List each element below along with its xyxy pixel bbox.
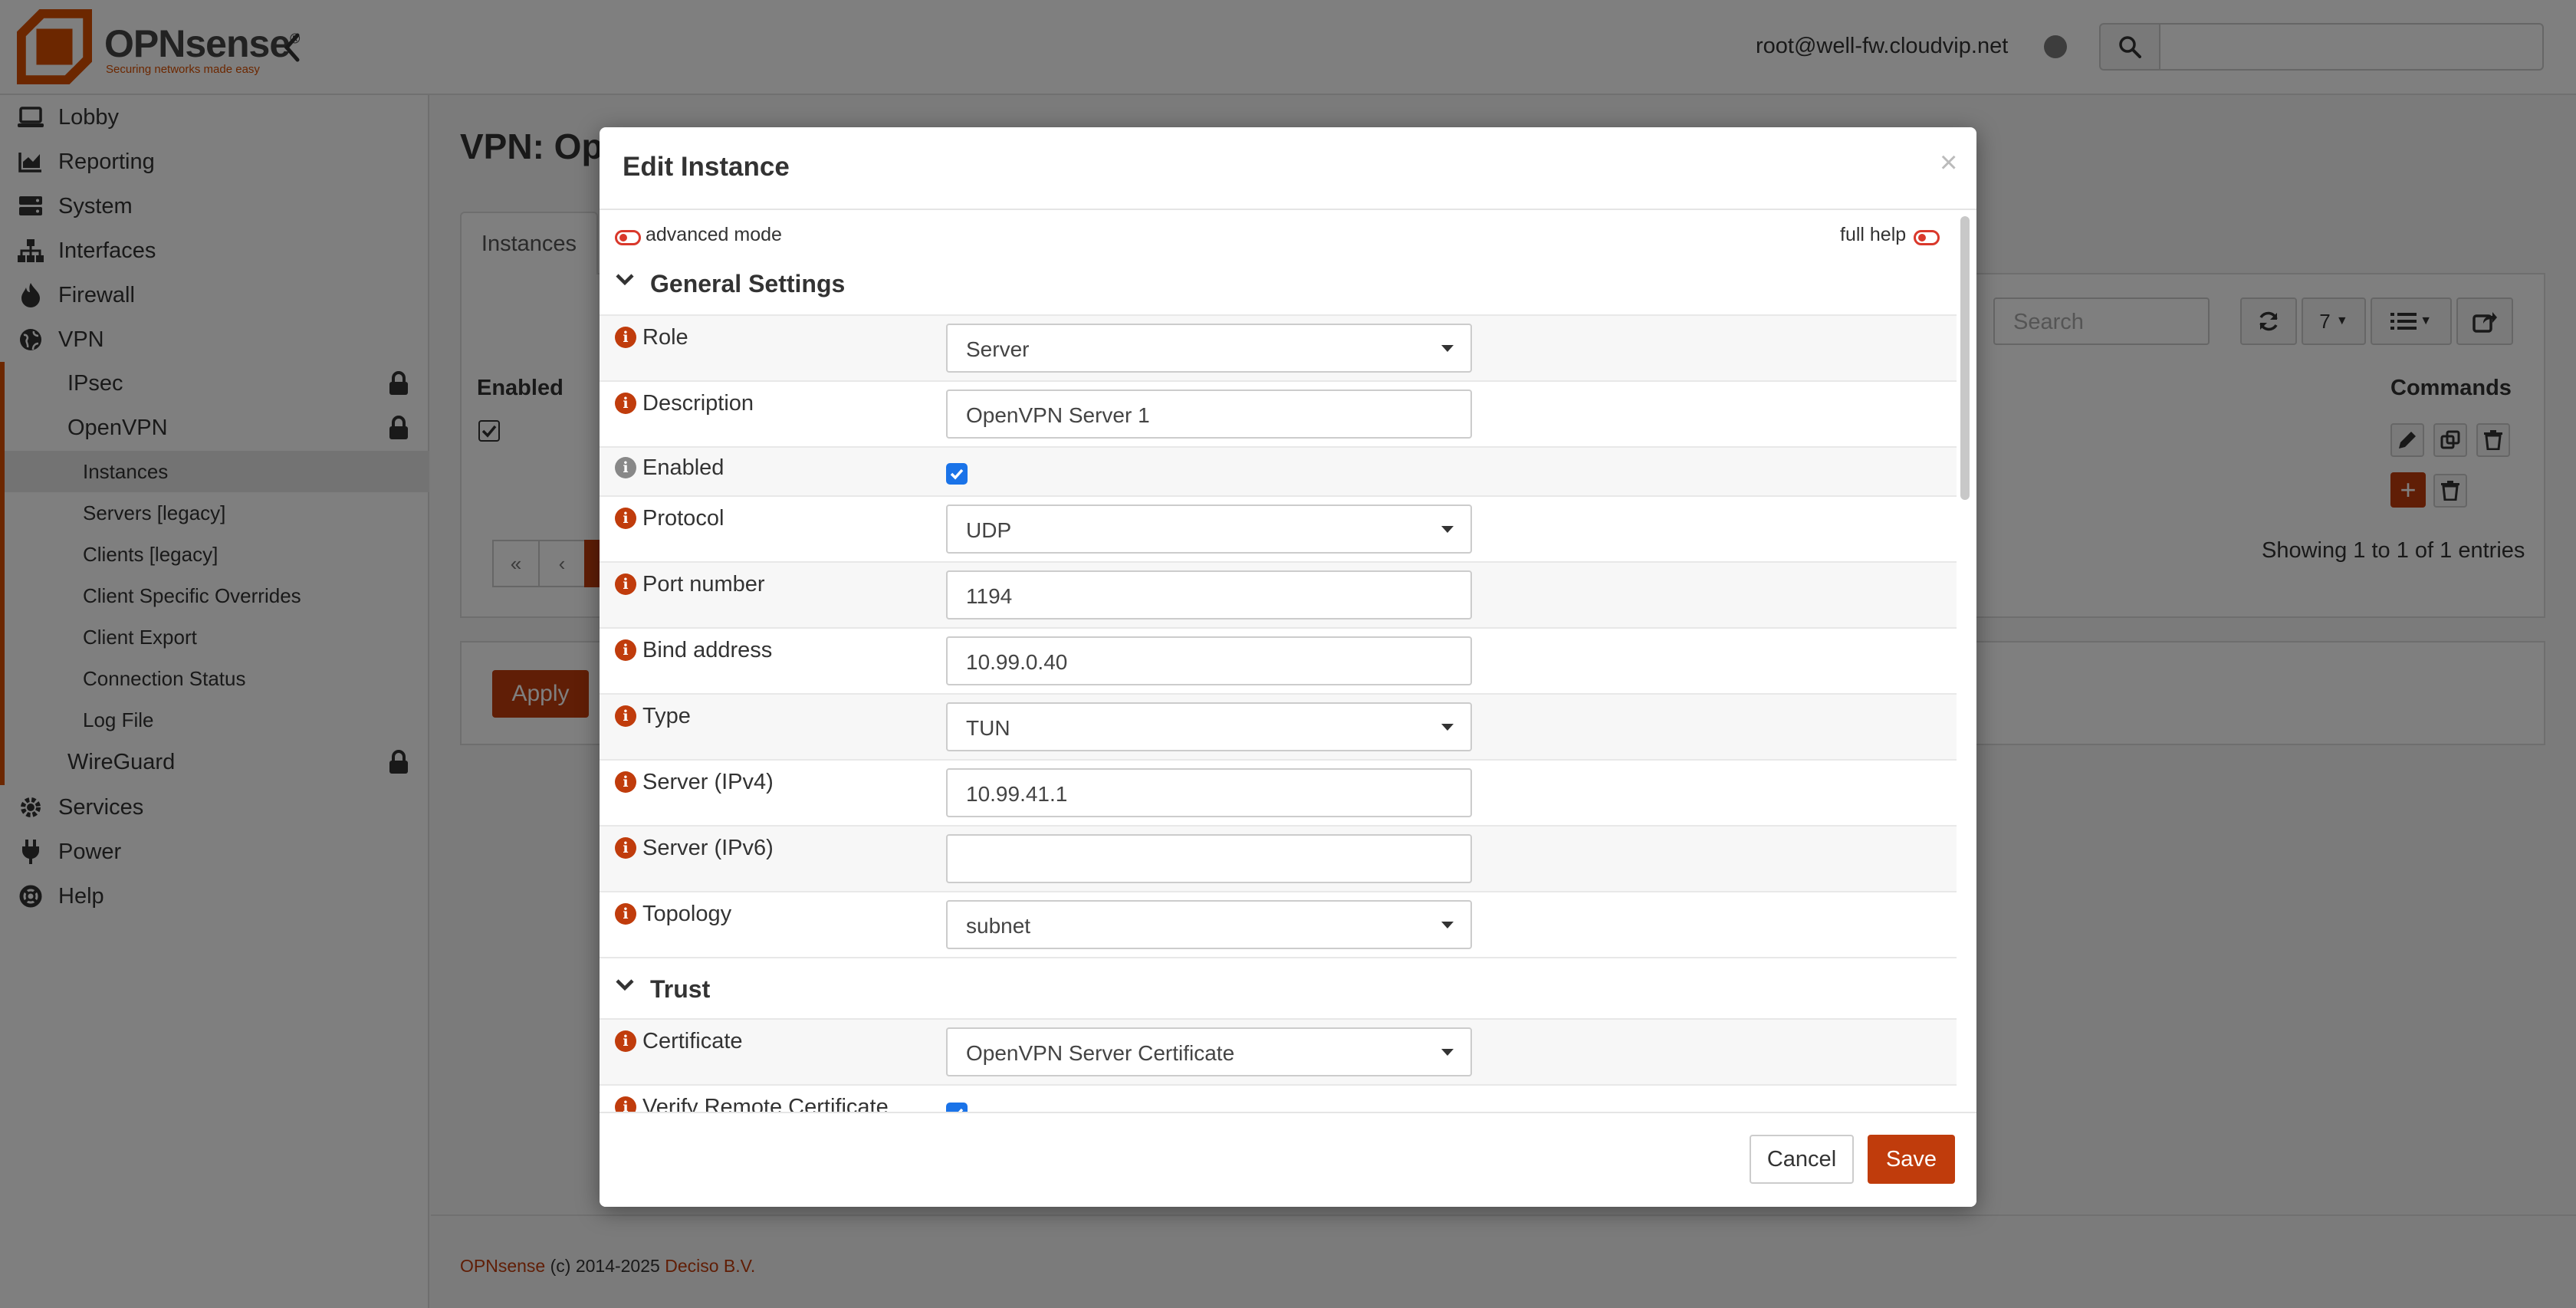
row-bind-address: i Bind address 10.99.0.40 <box>600 627 1957 693</box>
advanced-mode-label: advanced mode <box>646 224 782 245</box>
description-input[interactable]: OpenVPN Server 1 <box>946 389 1472 439</box>
chevron-down-icon <box>616 274 634 286</box>
row-certificate: i Certificate OpenVPN Server Certificate <box>600 1018 1957 1084</box>
section-trust[interactable]: Trust <box>600 957 1957 1018</box>
check-icon <box>950 468 964 480</box>
label-topology: Topology <box>642 902 732 926</box>
label-port-number: Port number <box>642 572 765 596</box>
caret-down-icon <box>1441 345 1454 352</box>
edit-instance-modal: Edit Instance × advanced mode full help … <box>600 127 1976 1207</box>
section-general-settings[interactable]: General Settings <box>600 253 1957 314</box>
info-icon[interactable]: i <box>615 837 636 859</box>
full-help-label: full help <box>1840 224 1907 245</box>
info-icon[interactable]: i <box>615 393 636 414</box>
info-icon[interactable]: i <box>615 771 636 793</box>
advanced-mode-toggle[interactable] <box>615 230 641 245</box>
row-server-ipv6: i Server (IPv6) <box>600 825 1957 891</box>
label-role: Role <box>642 325 688 350</box>
topology-select[interactable]: subnet <box>946 900 1472 949</box>
row-server-ipv4: i Server (IPv4) 10.99.41.1 <box>600 759 1957 825</box>
modal-body: advanced mode full help General Settings… <box>600 212 1958 1207</box>
label-protocol: Protocol <box>642 506 724 531</box>
row-topology: i Topology subnet <box>600 891 1957 957</box>
modal-scrollbar[interactable] <box>1960 216 1970 1207</box>
label-server-ipv6: Server (IPv6) <box>642 836 774 860</box>
bind-address-input[interactable]: 10.99.0.40 <box>946 636 1472 685</box>
row-role: i Role Server <box>600 314 1957 380</box>
save-button[interactable]: Save <box>1868 1135 1955 1184</box>
label-bind-address: Bind address <box>642 638 773 662</box>
protocol-select[interactable]: UDP <box>946 504 1472 554</box>
row-description: i Description OpenVPN Server 1 <box>600 380 1957 446</box>
row-protocol: i Protocol UDP <box>600 495 1957 561</box>
label-type: Type <box>642 704 691 728</box>
label-enabled: Enabled <box>642 455 724 480</box>
port-number-input[interactable]: 1194 <box>946 570 1472 619</box>
certificate-select[interactable]: OpenVPN Server Certificate <box>946 1027 1472 1076</box>
caret-down-icon <box>1441 724 1454 731</box>
info-icon[interactable]: i <box>615 327 636 348</box>
modal-title: Edit Instance <box>623 152 790 182</box>
role-select[interactable]: Server <box>946 324 1472 373</box>
type-select[interactable]: TUN <box>946 702 1472 751</box>
row-enabled: i Enabled <box>600 446 1957 495</box>
modal-header: Edit Instance × <box>600 127 1976 210</box>
info-icon[interactable]: i <box>615 1030 636 1052</box>
server-ipv4-input[interactable]: 10.99.41.1 <box>946 768 1472 817</box>
caret-down-icon <box>1441 922 1454 928</box>
row-type: i Type TUN <box>600 693 1957 759</box>
row-port-number: i Port number 1194 <box>600 561 1957 627</box>
close-icon[interactable]: × <box>1940 146 1957 180</box>
info-icon[interactable]: i <box>615 903 636 925</box>
label-certificate: Certificate <box>642 1029 743 1053</box>
caret-down-icon <box>1441 1049 1454 1056</box>
modal-footer: Cancel Save <box>600 1112 1976 1207</box>
info-icon[interactable]: i <box>615 508 636 529</box>
modal-scrollbar-thumb[interactable] <box>1960 216 1970 500</box>
info-icon[interactable]: i <box>615 457 636 478</box>
info-icon[interactable]: i <box>615 705 636 727</box>
info-icon[interactable]: i <box>615 639 636 661</box>
label-server-ipv4: Server (IPv4) <box>642 770 774 794</box>
enabled-checkbox[interactable] <box>946 463 968 485</box>
full-help-toggle[interactable] <box>1914 230 1940 245</box>
server-ipv6-input[interactable] <box>946 834 1472 883</box>
caret-down-icon <box>1441 526 1454 533</box>
cancel-button[interactable]: Cancel <box>1750 1135 1854 1184</box>
info-icon[interactable]: i <box>615 573 636 595</box>
chevron-down-icon <box>616 979 634 991</box>
label-description: Description <box>642 391 754 416</box>
